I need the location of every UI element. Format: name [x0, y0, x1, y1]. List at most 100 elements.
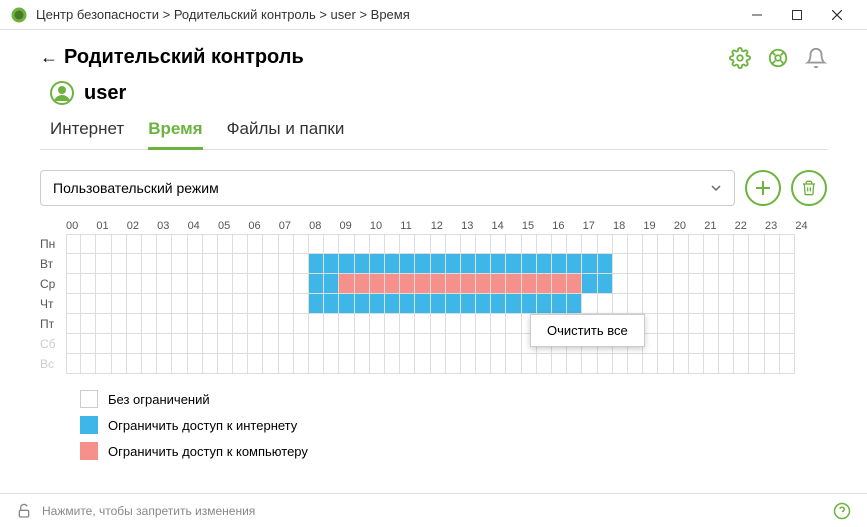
schedule-cell[interactable] — [689, 354, 704, 374]
schedule-cell[interactable] — [658, 354, 673, 374]
schedule-cell[interactable] — [704, 254, 719, 274]
schedule-cell[interactable] — [689, 294, 704, 314]
schedule-cell[interactable] — [567, 274, 582, 294]
schedule-cell[interactable] — [537, 354, 552, 374]
schedule-cell[interactable] — [537, 254, 552, 274]
schedule-cell[interactable] — [749, 274, 764, 294]
schedule-cell[interactable] — [658, 294, 673, 314]
schedule-cell[interactable] — [689, 334, 704, 354]
schedule-cell[interactable] — [309, 234, 324, 254]
schedule-cell[interactable] — [704, 334, 719, 354]
schedule-cell[interactable] — [263, 254, 278, 274]
schedule-cell[interactable] — [491, 334, 506, 354]
schedule-cell[interactable] — [188, 314, 203, 334]
schedule-cell[interactable] — [400, 234, 415, 254]
schedule-cell[interactable] — [674, 294, 689, 314]
schedule-cell[interactable] — [719, 334, 734, 354]
back-arrow-icon[interactable]: ← — [40, 47, 58, 68]
schedule-cell[interactable] — [248, 294, 263, 314]
schedule-cell[interactable] — [415, 234, 430, 254]
schedule-cell[interactable] — [689, 314, 704, 334]
schedule-cell[interactable] — [491, 354, 506, 374]
schedule-cell[interactable] — [339, 254, 354, 274]
schedule-cell[interactable] — [628, 294, 643, 314]
schedule-cell[interactable] — [658, 234, 673, 254]
schedule-cell[interactable] — [294, 254, 309, 274]
schedule-cell[interactable] — [674, 314, 689, 334]
schedule-cell[interactable] — [127, 334, 142, 354]
schedule-cell[interactable] — [188, 354, 203, 374]
schedule-cell[interactable] — [355, 234, 370, 254]
schedule-cell[interactable] — [734, 314, 749, 334]
schedule-cell[interactable] — [552, 294, 567, 314]
schedule-cell[interactable] — [446, 234, 461, 254]
schedule-cell[interactable] — [385, 354, 400, 374]
schedule-cell[interactable] — [446, 354, 461, 374]
schedule-cell[interactable] — [294, 294, 309, 314]
schedule-cell[interactable] — [582, 274, 597, 294]
schedule-cell[interactable] — [218, 334, 233, 354]
schedule-cell[interactable] — [461, 254, 476, 274]
schedule-cell[interactable] — [263, 334, 278, 354]
schedule-cell[interactable] — [112, 234, 127, 254]
schedule-cell[interactable] — [112, 254, 127, 274]
schedule-cell[interactable] — [127, 294, 142, 314]
schedule-cell[interactable] — [415, 314, 430, 334]
schedule-cell[interactable] — [613, 294, 628, 314]
schedule-cell[interactable] — [309, 254, 324, 274]
schedule-cell[interactable] — [233, 234, 248, 254]
schedule-cell[interactable] — [142, 314, 157, 334]
schedule-cell[interactable] — [279, 294, 294, 314]
schedule-cell[interactable] — [719, 274, 734, 294]
schedule-cell[interactable] — [127, 354, 142, 374]
schedule-cell[interactable] — [188, 334, 203, 354]
schedule-cell[interactable] — [66, 274, 81, 294]
schedule-cell[interactable] — [613, 354, 628, 374]
schedule-cell[interactable] — [294, 354, 309, 374]
schedule-cell[interactable] — [142, 294, 157, 314]
schedule-cell[interactable] — [506, 354, 521, 374]
schedule-cell[interactable] — [309, 354, 324, 374]
schedule-cell[interactable] — [537, 274, 552, 294]
schedule-cell[interactable] — [66, 254, 81, 274]
schedule-cell[interactable] — [476, 314, 491, 334]
schedule-cell[interactable] — [582, 294, 597, 314]
add-button[interactable] — [745, 170, 781, 206]
schedule-cell[interactable] — [431, 314, 446, 334]
schedule-cell[interactable] — [734, 274, 749, 294]
schedule-cell[interactable] — [461, 274, 476, 294]
schedule-cell[interactable] — [506, 254, 521, 274]
schedule-cell[interactable] — [81, 334, 96, 354]
schedule-cell[interactable] — [765, 274, 780, 294]
schedule-cell[interactable] — [112, 274, 127, 294]
schedule-cell[interactable] — [719, 314, 734, 334]
schedule-cell[interactable] — [233, 354, 248, 374]
schedule-cell[interactable] — [324, 354, 339, 374]
schedule-cell[interactable] — [613, 234, 628, 254]
schedule-cell[interactable] — [279, 254, 294, 274]
schedule-cell[interactable] — [598, 254, 613, 274]
schedule-cell[interactable] — [203, 294, 218, 314]
schedule-cell[interactable] — [780, 274, 795, 294]
schedule-cell[interactable] — [734, 334, 749, 354]
schedule-cell[interactable] — [537, 294, 552, 314]
schedule-cell[interactable] — [172, 254, 187, 274]
maximize-button[interactable] — [777, 1, 817, 29]
schedule-cell[interactable] — [552, 274, 567, 294]
bell-icon[interactable] — [805, 47, 827, 69]
schedule-cell[interactable] — [628, 254, 643, 274]
schedule-cell[interactable] — [674, 254, 689, 274]
schedule-cell[interactable] — [157, 334, 172, 354]
schedule-cell[interactable] — [279, 274, 294, 294]
schedule-cell[interactable] — [582, 354, 597, 374]
schedule-cell[interactable] — [582, 254, 597, 274]
schedule-cell[interactable] — [431, 234, 446, 254]
schedule-cell[interactable] — [674, 234, 689, 254]
schedule-cell[interactable] — [765, 334, 780, 354]
schedule-cell[interactable] — [385, 274, 400, 294]
schedule-cell[interactable] — [324, 334, 339, 354]
schedule-cell[interactable] — [248, 234, 263, 254]
schedule-cell[interactable] — [446, 294, 461, 314]
schedule-cell[interactable] — [567, 354, 582, 374]
schedule-cell[interactable] — [324, 234, 339, 254]
